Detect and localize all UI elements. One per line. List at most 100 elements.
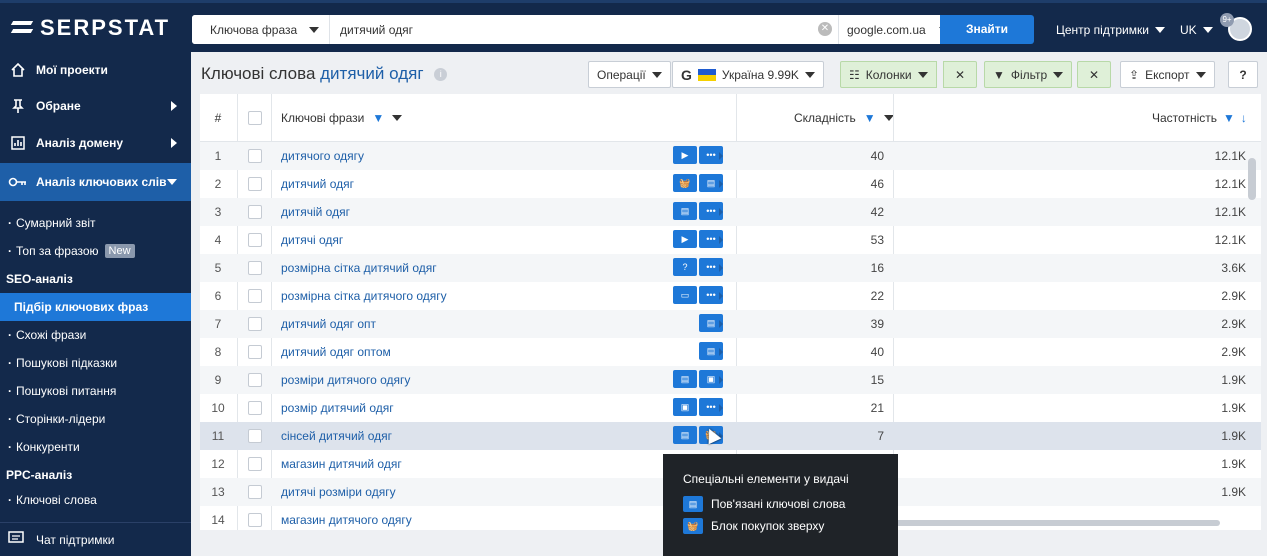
row-checkbox[interactable]: [248, 457, 262, 471]
table-row[interactable]: 3 дитячій одяг ▤ ••• 42 12.1K: [200, 198, 1261, 226]
keyword-link[interactable]: дитячого одягу: [281, 149, 364, 163]
row-checkbox[interactable]: [248, 317, 262, 331]
sidebar-item-my-projects[interactable]: Мої проекти: [0, 52, 191, 88]
row-checkbox[interactable]: [248, 373, 262, 387]
filter-icon[interactable]: ▼: [864, 111, 876, 125]
table-row[interactable]: 7 дитячий одяг опт ▤ 39 2.9K: [200, 310, 1261, 338]
sidebar-item-keyword-analysis[interactable]: Аналіз ключових слів: [0, 163, 191, 201]
row-checkbox[interactable]: [248, 205, 262, 219]
sidebar-sub-competitors[interactable]: Конкуренти: [0, 433, 191, 461]
keyword-link[interactable]: дитячий одяг: [281, 177, 354, 191]
expand-arrow-icon[interactable]: [719, 208, 723, 216]
find-button[interactable]: Знайти: [940, 15, 1034, 44]
sort-down-icon[interactable]: ↓: [1241, 111, 1247, 125]
table-row[interactable]: 10 розмір дитячий одяг ▣ ••• 21 1.9K: [200, 394, 1261, 422]
column-header-keywords[interactable]: Ключові фрази ▼: [281, 94, 403, 142]
keyword-link[interactable]: сінсей дитячий одяг: [281, 429, 392, 443]
sidebar-sub-summary[interactable]: Сумарний звіт: [0, 209, 191, 237]
row-checkbox[interactable]: [248, 401, 262, 415]
info-icon[interactable]: i: [434, 68, 448, 81]
sidebar-sub-keyword-selection[interactable]: Підбір ключових фраз: [0, 293, 191, 321]
sidebar-sub-top-by-phrase[interactable]: Топ за фразою New: [0, 237, 191, 265]
expand-arrow-icon[interactable]: [719, 320, 723, 328]
sidebar-sub-search-questions[interactable]: Пошукові питання: [0, 377, 191, 405]
keyword-link[interactable]: розмірна сітка дитячого одягу: [281, 289, 447, 303]
expand-arrow-icon[interactable]: [719, 264, 723, 272]
row-checkbox[interactable]: [248, 513, 262, 527]
keyword-link[interactable]: дитячі одяг: [281, 233, 343, 247]
sidebar-sub-search-suggestions[interactable]: Пошукові підказки: [0, 349, 191, 377]
table-row[interactable]: 5 розмірна сітка дитячий одяг ? ••• 16 3.…: [200, 254, 1261, 282]
table-row[interactable]: 11 сінсей дитячий одяг ▤ 🧺 7 1.9K: [200, 422, 1261, 450]
support-chat-link[interactable]: Чат підтримки: [0, 522, 191, 556]
filter-reset-button[interactable]: ✕: [1077, 61, 1111, 88]
filter-icon[interactable]: ▼: [372, 111, 384, 125]
shopping-basket-icon[interactable]: 🧺: [673, 174, 697, 192]
expand-arrow-icon[interactable]: [719, 376, 723, 384]
column-header-difficulty[interactable]: Складність ▼: [794, 94, 894, 142]
video-icon[interactable]: ▶: [673, 230, 697, 248]
column-header-frequency[interactable]: Частотність ▼ ↓: [1152, 94, 1247, 142]
keyword-link[interactable]: розмірна сітка дитячий одяг: [281, 261, 437, 275]
clear-icon[interactable]: ✕: [818, 22, 832, 36]
keyword-link[interactable]: дитячий одяг опт: [281, 317, 376, 331]
operations-button[interactable]: Операції: [588, 61, 671, 88]
select-all-checkbox[interactable]: [248, 111, 262, 125]
table-row[interactable]: 6 розмірна сітка дитячого одягу ▭ ••• 22 …: [200, 282, 1261, 310]
row-checkbox[interactable]: [248, 345, 262, 359]
table-row[interactable]: 9 розміри дитячого одягу ▤ ▣ 15 1.9K: [200, 366, 1261, 394]
related-keywords-icon[interactable]: ▤: [673, 426, 697, 444]
keyword-link[interactable]: дитячій одяг: [281, 205, 350, 219]
keyword-link[interactable]: дитячі розміри одягу: [281, 485, 396, 499]
keyword-link[interactable]: магазин дитячий одяг: [281, 457, 402, 471]
chevron-down-icon[interactable]: [392, 115, 403, 121]
expand-arrow-icon[interactable]: [719, 292, 723, 300]
related-keywords-icon[interactable]: ▤: [673, 202, 697, 220]
filter-icon[interactable]: ▼: [1223, 111, 1235, 125]
sidebar-sub-similar-phrases[interactable]: Схожі фрази: [0, 321, 191, 349]
row-checkbox[interactable]: [248, 429, 262, 443]
serpstat-logo[interactable]: SERPSTAT: [12, 15, 170, 41]
row-checkbox[interactable]: [248, 149, 262, 163]
expand-arrow-icon[interactable]: [719, 236, 723, 244]
keyword-link[interactable]: дитячий одяг оптом: [281, 345, 391, 359]
expand-arrow-icon[interactable]: [719, 404, 723, 412]
columns-button[interactable]: ☷ Колонки: [840, 61, 937, 88]
table-row[interactable]: 1 дитячого одягу ▶ ••• 40 12.1K: [200, 142, 1261, 170]
keyword-link[interactable]: розмір дитячий одяг: [281, 401, 394, 415]
vertical-scrollbar[interactable]: [1248, 158, 1256, 200]
sidebar-sub-top-pages[interactable]: Сторінки-лідери: [0, 405, 191, 433]
question-icon[interactable]: ?: [673, 258, 697, 276]
horizontal-scrollbar[interactable]: [895, 520, 1220, 526]
carousel-icon[interactable]: ▭: [673, 286, 697, 304]
row-checkbox[interactable]: [248, 289, 262, 303]
images-icon[interactable]: ▣: [673, 398, 697, 416]
filter-button[interactable]: ▼ Фільтр: [984, 61, 1073, 88]
keyword-link[interactable]: магазин дитячого одягу: [281, 513, 412, 527]
language-select[interactable]: UK: [1180, 23, 1213, 37]
row-checkbox[interactable]: [248, 261, 262, 275]
table-row[interactable]: 4 дитячі одяг ▶ ••• 53 12.1K: [200, 226, 1261, 254]
row-checkbox[interactable]: [248, 233, 262, 247]
keyword-link[interactable]: розміри дитячого одягу: [281, 373, 410, 387]
expand-arrow-icon[interactable]: [719, 180, 723, 188]
search-input[interactable]: [330, 15, 818, 44]
export-button[interactable]: ⇪ Експорт: [1120, 61, 1215, 88]
sidebar-item-domain-analysis[interactable]: Аналіз домену: [0, 125, 191, 161]
row-checkbox[interactable]: [248, 177, 262, 191]
expand-arrow-icon[interactable]: [719, 152, 723, 160]
table-row[interactable]: 2 дитячий одяг 🧺 ▤ 46 12.1K: [200, 170, 1261, 198]
region-select[interactable]: G Україна 9.99K: [672, 61, 824, 88]
table-row[interactable]: 8 дитячий одяг оптом ▤ 40 2.9K: [200, 338, 1261, 366]
row-checkbox[interactable]: [248, 485, 262, 499]
support-center-link[interactable]: Центр підтримки: [1056, 23, 1165, 37]
sidebar-sub-ppc-keywords[interactable]: Ключові слова: [0, 489, 191, 511]
notification-badge[interactable]: 9+: [1220, 13, 1234, 27]
expand-arrow-icon[interactable]: [719, 348, 723, 356]
columns-reset-button[interactable]: ✕: [943, 61, 977, 88]
video-icon[interactable]: ▶: [673, 146, 697, 164]
sidebar-item-favorites[interactable]: Обране: [0, 88, 191, 124]
related-keywords-icon[interactable]: ▤: [673, 370, 697, 388]
search-type-select[interactable]: Ключова фраза: [192, 15, 330, 44]
help-button[interactable]: ?: [1228, 61, 1258, 88]
